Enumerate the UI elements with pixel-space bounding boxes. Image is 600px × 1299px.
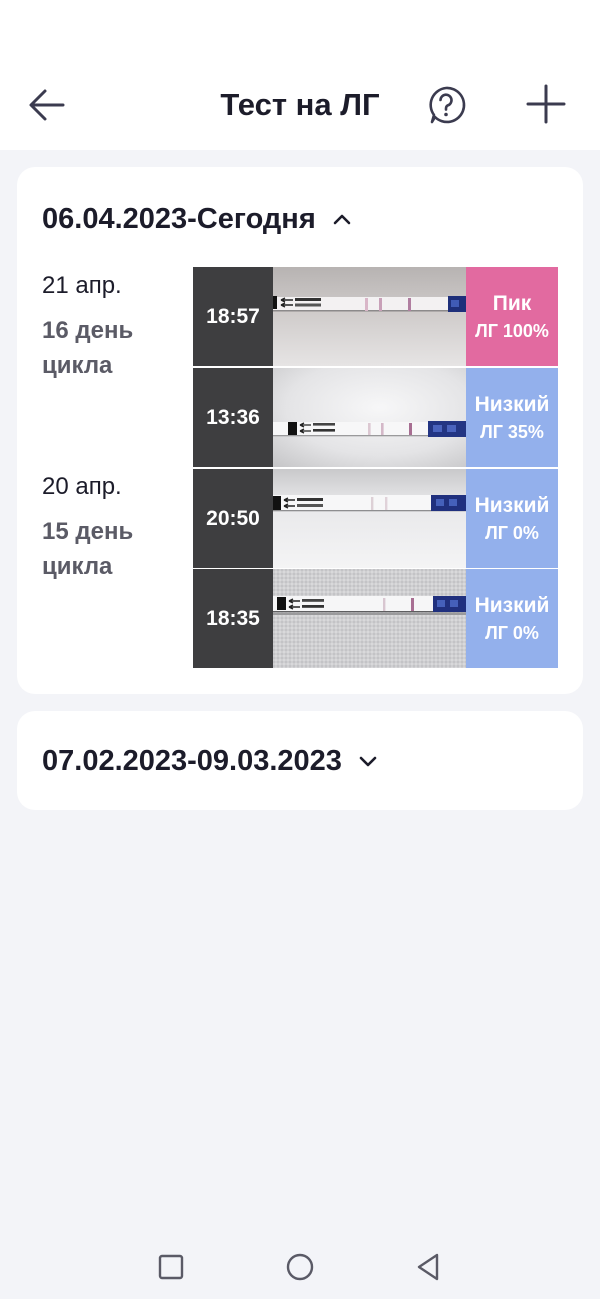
circle-icon — [286, 1253, 314, 1281]
add-test-button[interactable] — [522, 80, 570, 128]
day-date: 20 апр. — [42, 473, 122, 500]
lh-value: ЛГ 0% — [485, 522, 539, 543]
lh-value: ЛГ 35% — [480, 421, 544, 442]
cycle-range: 06.04.2023-Сегодня — [42, 202, 316, 235]
test-row[interactable]: 13:36 Низкий ЛГ 35% — [193, 368, 558, 467]
arrow-left-icon — [29, 89, 65, 121]
cycle-day: 16 день цикла — [42, 317, 134, 379]
system-back-button[interactable] — [410, 1249, 446, 1285]
test-strip-photo — [273, 267, 466, 366]
lh-result: Пик ЛГ 100% — [466, 267, 558, 366]
system-nav-bar — [0, 1235, 600, 1299]
cycle-range: 07.02.2023-09.03.2023 — [42, 744, 342, 777]
page-title: Тест на ЛГ — [220, 87, 380, 122]
cycle-card-previous: 07.02.2023-09.03.2023 — [17, 711, 583, 810]
plus-icon — [526, 84, 566, 124]
lh-level: Низкий — [474, 392, 550, 416]
test-row[interactable]: 18:57 Пик ЛГ 100% — [193, 267, 558, 366]
recents-button[interactable] — [153, 1249, 189, 1285]
test-strip-photo — [273, 368, 466, 467]
lh-level: Низкий — [474, 593, 550, 617]
test-strip-photo — [273, 569, 466, 668]
test-strip-photo — [273, 469, 466, 568]
lh-level: Низкий — [474, 493, 550, 517]
app-header: Тест на ЛГ — [0, 60, 600, 150]
triangle-left-icon — [417, 1253, 439, 1281]
test-time: 13:36 — [193, 368, 273, 467]
cycle-day: 15 день цикла — [42, 518, 134, 580]
test-row[interactable]: 20:50 Низкий ЛГ 0% — [193, 469, 558, 568]
square-icon — [158, 1254, 184, 1280]
chevron-down-icon — [358, 754, 378, 768]
cycle-card-current: 06.04.2023-Сегодня 21 апр. 16 день цикла… — [17, 167, 583, 694]
day-label: 20 апр. 15 день цикла — [42, 472, 192, 584]
chevron-up-icon — [332, 212, 352, 226]
back-button[interactable] — [24, 82, 70, 128]
test-time: 18:35 — [193, 569, 273, 668]
lh-result: Низкий ЛГ 0% — [466, 569, 558, 668]
lh-result: Низкий ЛГ 35% — [466, 368, 558, 467]
help-button[interactable] — [424, 83, 468, 127]
lh-level: Пик — [492, 291, 532, 315]
home-button[interactable] — [282, 1249, 318, 1285]
day-date: 21 апр. — [42, 272, 122, 299]
cycle-card-header[interactable]: 07.02.2023-09.03.2023 — [42, 739, 378, 783]
lh-value: ЛГ 0% — [485, 622, 539, 643]
test-time: 20:50 — [193, 469, 273, 568]
day-label: 21 апр. 16 день цикла — [42, 271, 192, 383]
lh-result: Низкий ЛГ 0% — [466, 469, 558, 568]
test-time: 18:57 — [193, 267, 273, 366]
question-circle-icon — [429, 86, 466, 124]
cycle-card-header[interactable]: 06.04.2023-Сегодня — [42, 197, 352, 241]
test-row[interactable]: 18:35 Низкий ЛГ 0% — [193, 569, 558, 668]
status-bar — [0, 0, 600, 60]
lh-value: ЛГ 100% — [475, 320, 549, 341]
